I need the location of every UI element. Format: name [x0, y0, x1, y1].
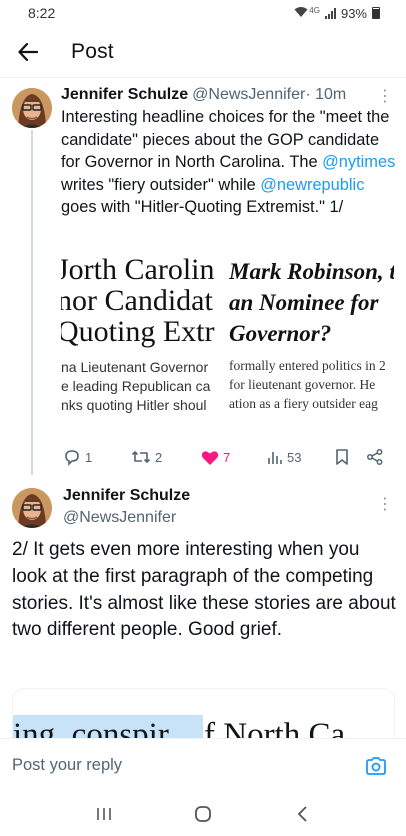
tweet-1-text: Interesting headline choices for the "me… [61, 106, 397, 219]
author-name[interactable]: Jennifer Schulze [61, 84, 188, 106]
network-type: 4G [309, 5, 320, 15]
status-icons: 4G 93% [294, 6, 380, 21]
tweet-text-part: writes "fiery outsider" while [61, 175, 261, 194]
bookmark-button[interactable] [335, 448, 349, 466]
recent-apps-button[interactable] [84, 794, 124, 834]
home-icon [195, 806, 211, 822]
headline-right: Mark Robinson, t an Nominee for Governor… [229, 256, 394, 349]
tweet-text-part: goes with "Hitler-Quoting Extremist." 1/ [61, 198, 344, 216]
more-options-icon[interactable]: ⋮ [377, 86, 393, 106]
reply-count: 1 [85, 449, 93, 465]
media-card[interactable]: Jorth Carolin nor Candidat Quoting Extr … [61, 250, 394, 432]
media-image-right[interactable]: f North Ca [204, 689, 394, 738]
headline-right: f North Ca [204, 717, 346, 738]
reply-bar: Post your reply [0, 738, 406, 792]
reply-input[interactable]: Post your reply [12, 756, 356, 775]
chevron-left-icon [297, 806, 307, 822]
reply-button[interactable]: 1 [63, 448, 92, 466]
like-count: 7 [223, 449, 231, 465]
media-image-left[interactable]: ing, conspir [13, 689, 203, 738]
subtext-line: nks quoting Hitler shoul [61, 397, 207, 413]
repost-count: 2 [155, 449, 163, 465]
camera-icon [366, 756, 386, 775]
recent-apps-icon [97, 808, 112, 820]
battery-icon [372, 7, 380, 19]
share-button[interactable] [367, 449, 383, 465]
subtext-right: formally entered politics in 2 for lieut… [229, 356, 386, 413]
views-icon [268, 452, 282, 464]
bookmark-icon [336, 449, 348, 465]
mention-newrepublic[interactable]: @newrepublic [260, 176, 364, 194]
tweet-1-body: Jennifer Schulze @NewsJennifer · 10m Int… [61, 84, 397, 219]
headline-line: Quoting Extr [61, 315, 215, 348]
headline-line: an Nominee for [229, 290, 379, 315]
system-nav-bar [0, 792, 406, 836]
heart-icon [201, 450, 219, 465]
headline-line: nor Candidat [61, 284, 213, 317]
more-options-icon[interactable]: ⋮ [377, 494, 393, 514]
thread-line [31, 130, 33, 475]
back-button[interactable] [0, 26, 56, 78]
header: Post [0, 26, 406, 78]
wifi-icon [294, 6, 308, 21]
like-button[interactable]: 7 [201, 449, 230, 466]
reply-icon [65, 450, 79, 466]
avatar[interactable] [12, 88, 52, 128]
share-icon [367, 449, 383, 465]
subtext-line: e leading Republican ca [61, 378, 211, 394]
back-nav-button[interactable] [282, 794, 322, 834]
author-handle[interactable]: @NewsJennifer [63, 507, 176, 529]
avatar[interactable] [12, 488, 52, 528]
subtext-line: na Lieutenant Governor [61, 359, 209, 375]
mention-nytimes[interactable]: @nytimes [322, 153, 395, 171]
post-time: · 10m [305, 86, 347, 103]
subtext-left: na Lieutenant Governor e leading Republi… [61, 358, 210, 415]
camera-button[interactable] [356, 746, 396, 786]
media-image-right[interactable]: Mark Robinson, t an Nominee for Governor… [229, 250, 394, 432]
signal-icon [324, 7, 336, 19]
subtext-line: for lieutenant governor. He [229, 377, 376, 392]
repost-icon [131, 451, 151, 463]
tweet-actions: 1 2 7 53 [63, 446, 393, 468]
status-time: 8:22 [28, 5, 56, 21]
repost-button[interactable]: 2 [131, 448, 162, 466]
tweet-2-text: 2/ It gets even more interesting when yo… [12, 539, 396, 641]
status-bar: 8:22 4G 93% [0, 0, 406, 26]
headline-line: Mark Robinson, t [229, 259, 394, 284]
views-count: 53 [287, 449, 302, 465]
headline-left: ing, conspir [13, 715, 203, 738]
home-button[interactable] [183, 794, 223, 834]
tweet-2[interactable]: Jennifer Schulze @NewsJennifer ⋮ 2/ It g… [0, 476, 406, 738]
headline-line: Governor? [229, 321, 332, 346]
tweet-1[interactable]: Jennifer Schulze @NewsJennifer · 10m Int… [0, 80, 406, 475]
headline-line: Jorth Carolin [61, 253, 215, 286]
headline-left: Jorth Carolin nor Candidat Quoting Extr [61, 254, 215, 347]
author-name[interactable]: Jennifer Schulze [63, 485, 190, 507]
media-image-left[interactable]: Jorth Carolin nor Candidat Quoting Extr … [61, 250, 228, 432]
media-card[interactable]: ing, conspir f North Ca [12, 688, 395, 738]
arrow-left-icon [18, 42, 38, 61]
author-handle[interactable]: @NewsJennifer [192, 84, 305, 106]
battery-percent: 93% [340, 5, 367, 21]
page-title: Post [71, 39, 114, 63]
tweet-1-header: Jennifer Schulze @NewsJennifer · 10m [61, 84, 397, 106]
views-button[interactable]: 53 [267, 449, 301, 465]
subtext-line: formally entered politics in 2 [229, 358, 386, 373]
subtext-line: ation as a fiery outsider eag [229, 396, 378, 411]
